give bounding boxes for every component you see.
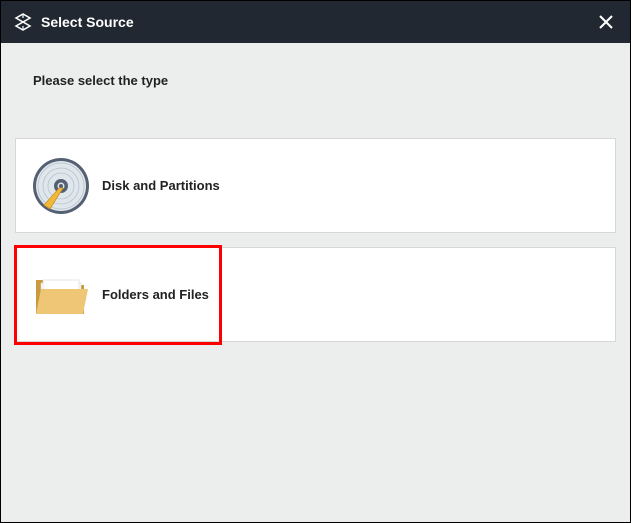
instruction-text: Please select the type [33, 73, 616, 88]
app-icon [13, 12, 33, 32]
close-button[interactable] [594, 10, 618, 34]
option-list: Disk and Partitions Folders and Files [15, 138, 616, 342]
option-disk-partitions[interactable]: Disk and Partitions [15, 138, 616, 233]
titlebar: Select Source [1, 1, 630, 43]
folder-icon [30, 264, 92, 326]
option-label: Folders and Files [102, 287, 209, 302]
option-label: Disk and Partitions [102, 178, 220, 193]
option-folders-files[interactable]: Folders and Files [15, 247, 616, 342]
titlebar-title: Select Source [41, 14, 594, 30]
disk-icon [30, 155, 92, 217]
content-area: Please select the type Disk and Partitio… [1, 43, 630, 522]
close-icon [597, 13, 615, 31]
